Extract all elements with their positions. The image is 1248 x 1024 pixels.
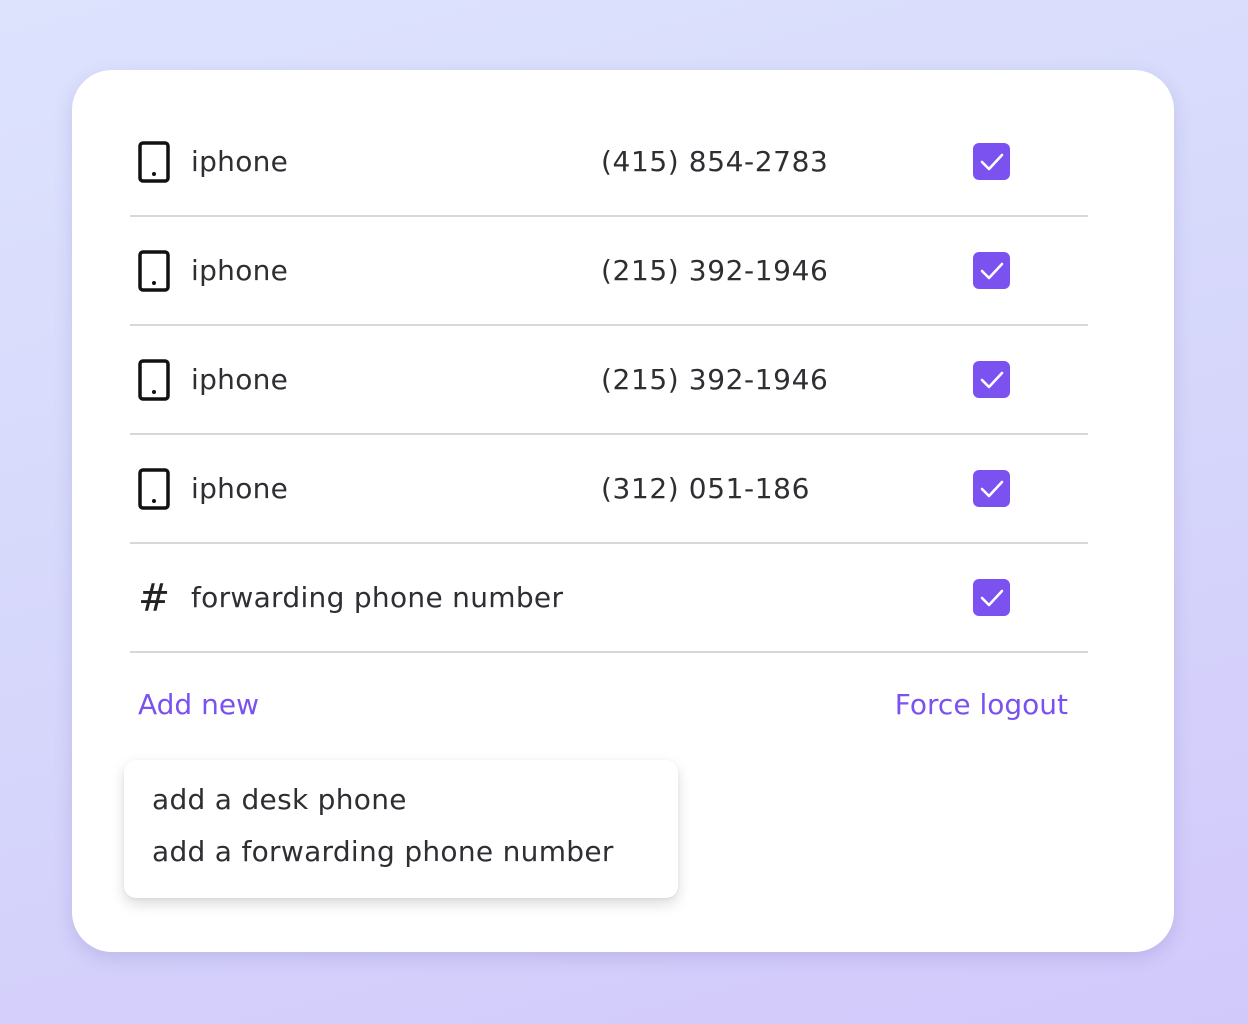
device-number: (415) 854-2783 <box>601 145 829 178</box>
menu-item-add-desk-phone[interactable]: add a desk phone <box>152 782 650 834</box>
list-item: iphone (415) 854-2783 <box>130 108 1088 217</box>
device-checkbox[interactable] <box>973 361 1010 398</box>
device-label: iphone <box>191 472 289 505</box>
device-number: (215) 392-1946 <box>601 254 829 287</box>
device-label: iphone <box>191 363 289 396</box>
device-label: iphone <box>191 145 289 178</box>
add-new-link[interactable]: Add new <box>138 688 259 721</box>
checkmark-icon <box>980 480 1003 497</box>
phone-icon <box>138 140 170 183</box>
checkmark-icon <box>980 153 1003 170</box>
device-label: iphone <box>191 254 289 287</box>
device-label: forwarding phone number <box>191 581 564 614</box>
device-list: iphone (415) 854-2783 iphone (215) 392-1… <box>130 108 1088 653</box>
phone-icon <box>138 358 170 401</box>
hash-icon: # <box>138 575 170 620</box>
devices-card: iphone (415) 854-2783 iphone (215) 392-1… <box>72 70 1174 952</box>
actions-bar: Add new Force logout <box>138 688 1068 728</box>
device-checkbox[interactable] <box>973 252 1010 289</box>
device-number: (312) 051-186 <box>601 472 810 505</box>
list-item: iphone (215) 392-1946 <box>130 326 1088 435</box>
menu-item-add-forwarding-number[interactable]: add a forwarding phone number <box>152 834 650 886</box>
device-checkbox[interactable] <box>973 143 1010 180</box>
phone-icon <box>138 467 170 510</box>
device-checkbox[interactable] <box>973 470 1010 507</box>
list-item: iphone (312) 051-186 <box>130 435 1088 544</box>
checkmark-icon <box>980 262 1003 279</box>
list-item: # forwarding phone number <box>130 544 1088 653</box>
phone-icon <box>138 249 170 292</box>
checkmark-icon <box>980 371 1003 388</box>
device-checkbox[interactable] <box>973 579 1010 616</box>
list-item: iphone (215) 392-1946 <box>130 217 1088 326</box>
force-logout-link[interactable]: Force logout <box>895 688 1068 721</box>
add-new-dropdown: add a desk phone add a forwarding phone … <box>124 760 678 898</box>
checkmark-icon <box>980 589 1003 606</box>
device-number: (215) 392-1946 <box>601 363 829 396</box>
